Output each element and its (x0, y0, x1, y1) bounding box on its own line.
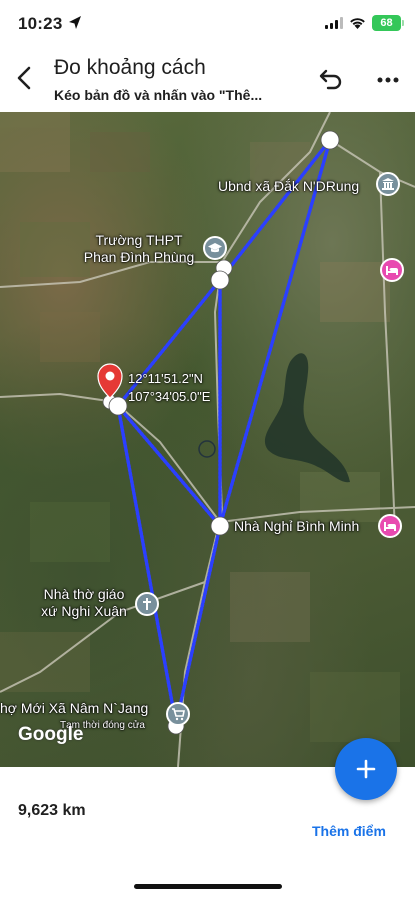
status-time: 10:23 (18, 14, 63, 33)
add-point-fab[interactable] (335, 738, 397, 800)
school-icon[interactable] (203, 236, 227, 260)
coordinates-label: 12°11'51.2"N 107°34'05.0"E (128, 370, 210, 406)
plus-icon (356, 759, 376, 779)
undo-icon[interactable] (316, 67, 344, 93)
page-title: Đo khoảng cách (54, 56, 206, 79)
location-ring (198, 440, 216, 458)
add-point-button[interactable]: Thêm điểm (312, 823, 386, 839)
hotel-icon[interactable] (380, 258, 404, 282)
hotel-icon[interactable] (378, 514, 402, 538)
pin-icon[interactable] (97, 363, 123, 399)
government-building-icon[interactable] (376, 172, 400, 196)
signal-icon (325, 17, 343, 29)
wifi-icon (350, 18, 365, 29)
back-arrow-icon[interactable] (12, 64, 38, 92)
map-label-nha-nghi[interactable]: Nhà Nghỉ Bình Minh (234, 518, 359, 535)
more-vert-icon[interactable] (374, 67, 402, 93)
map-overlay (0, 112, 415, 767)
status-icons: 68 (325, 15, 404, 31)
location-arrow-icon (69, 16, 81, 29)
map-view[interactable]: Ubnd xã Đắk N'DRung Trường THPT Phan Đìn… (0, 112, 415, 767)
latitude: 12°11'51.2"N (128, 371, 203, 386)
map-label-nha-tho-line1: Nhà thờ giáo (43, 586, 125, 602)
page-subtitle: Kéo bản đồ và nhấn vào "Thê... (54, 87, 263, 103)
church-icon[interactable] (135, 592, 159, 616)
total-distance: 9,623 km (18, 802, 86, 819)
map-label-cho-moi[interactable]: hợ Mới Xã Nâm N`Jang (0, 700, 148, 717)
home-indicator[interactable] (134, 884, 282, 889)
shopping-cart-icon[interactable] (166, 702, 190, 726)
lake (264, 353, 350, 483)
top-app-bar: Đo khoảng cách Kéo bản đồ và nhấn vào "T… (0, 50, 415, 112)
battery-icon: 68 (372, 15, 404, 31)
map-label-truong[interactable]: Trường THPT Phan Đình Phùng (76, 232, 202, 266)
terrain-texture (0, 112, 400, 742)
longitude: 107°34'05.0"E (128, 389, 211, 404)
map-label-nha-tho[interactable]: Nhà thờ giáo xứ Nghi Xuân (36, 586, 132, 620)
google-logo: Google (18, 724, 84, 745)
map-label-truong-line2: Phan Đình Phùng (83, 249, 195, 265)
map-label-nha-tho-line2: xứ Nghi Xuân (41, 603, 127, 619)
map-label-ubnd[interactable]: Ubnd xã Đắk N'DRung (218, 178, 359, 195)
status-bar: 10:23 68 (0, 0, 415, 50)
map-label-truong-line1: Trường THPT (95, 232, 183, 248)
battery-level: 68 (380, 17, 393, 29)
